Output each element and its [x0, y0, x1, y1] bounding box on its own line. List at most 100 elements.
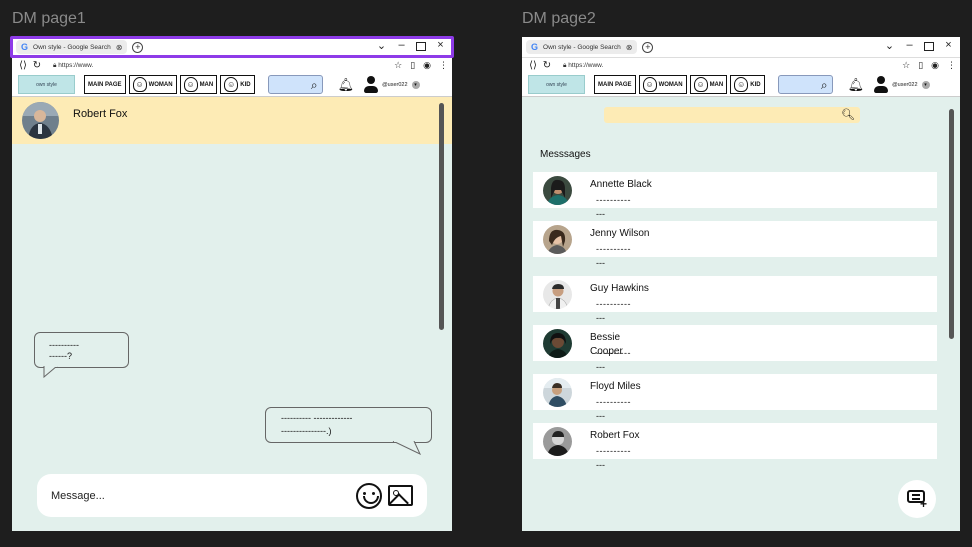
nav-label: WOMAN	[148, 81, 173, 88]
star-icon[interactable]: ☆	[394, 60, 402, 71]
minimize-button[interactable]: –	[904, 39, 915, 52]
site-logo[interactable]: own style	[18, 75, 75, 94]
message-input[interactable]: Message...	[37, 474, 427, 517]
kid-face-icon: ☺	[224, 77, 239, 92]
nav-label: MAIN PAGE	[88, 81, 122, 88]
plus-icon: +	[920, 497, 928, 511]
message-preview: ----------	[596, 446, 631, 456]
search-icon[interactable]: ⌕	[311, 78, 318, 93]
conversation-item[interactable]: Robert Fox ---------- ---	[533, 423, 937, 470]
star-icon[interactable]: ☆	[902, 60, 910, 71]
google-icon: G	[531, 42, 539, 52]
nav-main-page[interactable]: MAIN PAGE	[594, 75, 636, 94]
window-controls: ⌄ – ×	[884, 39, 954, 52]
browser-tab[interactable]: G Own style - Google Search ⊗	[16, 40, 128, 54]
scrollbar[interactable]	[439, 103, 444, 330]
conversation-item[interactable]: Guy Hawkins ---------- ---	[533, 276, 937, 323]
site-search-input[interactable]: ⌕	[267, 75, 323, 94]
image-attach-icon[interactable]	[388, 485, 413, 506]
nav-man[interactable]: ☺ MAN	[179, 75, 218, 94]
conversation-item[interactable]: Bessie Cooper ---------- ---	[533, 325, 937, 372]
message-preview: ---	[596, 460, 605, 470]
window-controls: ⌄ – ×	[376, 39, 446, 52]
chevron-down-icon[interactable]: ▾	[411, 80, 420, 89]
nav-label: MAN	[709, 81, 724, 88]
conversation-item[interactable]: Annette Black ---------- ---	[533, 172, 937, 219]
contact-name: Jenny Wilson	[590, 228, 650, 239]
sidebar-icon[interactable]: ▯	[918, 60, 923, 71]
tab-title: Own style - Google Search	[543, 43, 621, 51]
bell-icon[interactable]: 🔔︎	[338, 77, 355, 93]
close-window-button[interactable]: ×	[943, 39, 954, 52]
messages-search-input[interactable]: 🔍︎	[604, 107, 860, 123]
nav-label: KID	[240, 81, 251, 88]
nav-main-page[interactable]: MAIN PAGE	[84, 75, 126, 94]
nav-woman[interactable]: ☺ WOMAN	[128, 75, 177, 94]
bell-icon[interactable]: 🔔︎	[848, 77, 865, 93]
search-icon[interactable]: ⌕	[821, 78, 828, 93]
site-logo[interactable]: own style	[528, 75, 585, 94]
reload-icon[interactable]: ↻	[30, 60, 44, 71]
reload-icon[interactable]: ↻	[540, 60, 554, 71]
conversation-item[interactable]: Jenny Wilson ---------- ---	[533, 221, 937, 268]
logo-text: own style	[546, 81, 567, 88]
message-preview: ----------	[596, 244, 631, 254]
site-header: own style MAIN PAGE ☺ WOMAN ☺ MAN ☺ KID ⌕ 🔔…	[522, 73, 960, 97]
contact-name: Floyd Miles	[590, 381, 641, 392]
username: @user022	[382, 81, 408, 88]
close-tab-icon[interactable]: ⊗	[626, 43, 633, 52]
man-face-icon: ☺	[693, 77, 708, 92]
tab-title: Own style - Google Search	[33, 43, 111, 51]
profile-icon[interactable]: ◉	[931, 60, 939, 71]
contact-name: Robert Fox	[590, 430, 640, 441]
contact-name: Guy Hawkins	[590, 283, 649, 294]
contact-name: Annette Black	[590, 179, 652, 190]
new-tab-button[interactable]: +	[642, 41, 654, 53]
nav-woman[interactable]: ☺ WOMAN	[638, 75, 687, 94]
maximize-button[interactable]	[924, 42, 934, 51]
back-forward-icon[interactable]: ⟨⟩	[16, 60, 30, 71]
url-field[interactable]: 🔒︎ https://www.	[560, 60, 880, 71]
back-forward-icon[interactable]: ⟨⟩	[526, 60, 540, 71]
kid-face-icon: ☺	[734, 77, 749, 92]
chevron-down-icon[interactable]: ▾	[921, 80, 930, 89]
user-avatar-icon[interactable]	[363, 75, 379, 94]
message-preview: ---	[596, 362, 605, 372]
more-menu-icon[interactable]: ⋮	[947, 60, 956, 71]
site-header: own style MAIN PAGE ☺ WOMAN ☺ MAN ☺ KID ⌕ 🔔…	[12, 73, 452, 97]
new-tab-button[interactable]: +	[132, 41, 144, 53]
new-message-button[interactable]: +	[898, 480, 936, 518]
emoji-icon[interactable]	[356, 483, 382, 509]
contact-avatar[interactable]	[22, 102, 59, 139]
maximize-button[interactable]	[416, 42, 426, 51]
more-menu-icon[interactable]: ⋮	[439, 60, 448, 71]
scrollbar[interactable]	[949, 109, 954, 339]
avatar	[543, 280, 572, 309]
message-preview: ----------	[596, 397, 631, 407]
nav-kid[interactable]: ☺ KID	[220, 75, 255, 94]
chat-header: Robert Fox	[12, 97, 452, 144]
chevron-down-icon[interactable]: ⌄	[376, 39, 387, 52]
conversation-item[interactable]: Floyd Miles ---------- ---	[533, 374, 937, 421]
search-icon[interactable]: 🔍︎	[841, 108, 855, 121]
address-bar: ⟨⟩ ↻ 🔒︎ https://www. ☆ ▯ ◉ ⋮	[12, 57, 452, 73]
sidebar-icon[interactable]: ▯	[410, 60, 415, 71]
close-tab-icon[interactable]: ⊗	[116, 43, 123, 52]
man-face-icon: ☺	[183, 77, 198, 92]
close-window-button[interactable]: ×	[435, 39, 446, 52]
nav-kid[interactable]: ☺ KID	[730, 75, 765, 94]
nav-man[interactable]: ☺ MAN	[689, 75, 728, 94]
browser-tab[interactable]: G Own style - Google Search ⊗	[526, 40, 638, 54]
chevron-down-icon[interactable]: ⌄	[884, 39, 895, 52]
lock-icon: 🔒︎	[563, 61, 567, 69]
user-avatar-icon[interactable]	[873, 75, 889, 94]
profile-icon[interactable]: ◉	[423, 60, 431, 71]
google-icon: G	[21, 42, 29, 52]
minimize-button[interactable]: –	[396, 39, 407, 52]
woman-face-icon: ☺	[642, 77, 657, 92]
avatar	[543, 329, 572, 358]
site-search-input[interactable]: ⌕	[777, 75, 833, 94]
nav-label: WOMAN	[658, 81, 683, 88]
url-field[interactable]: 🔒︎ https://www.	[50, 60, 370, 71]
message-preview: ----------	[596, 195, 631, 205]
